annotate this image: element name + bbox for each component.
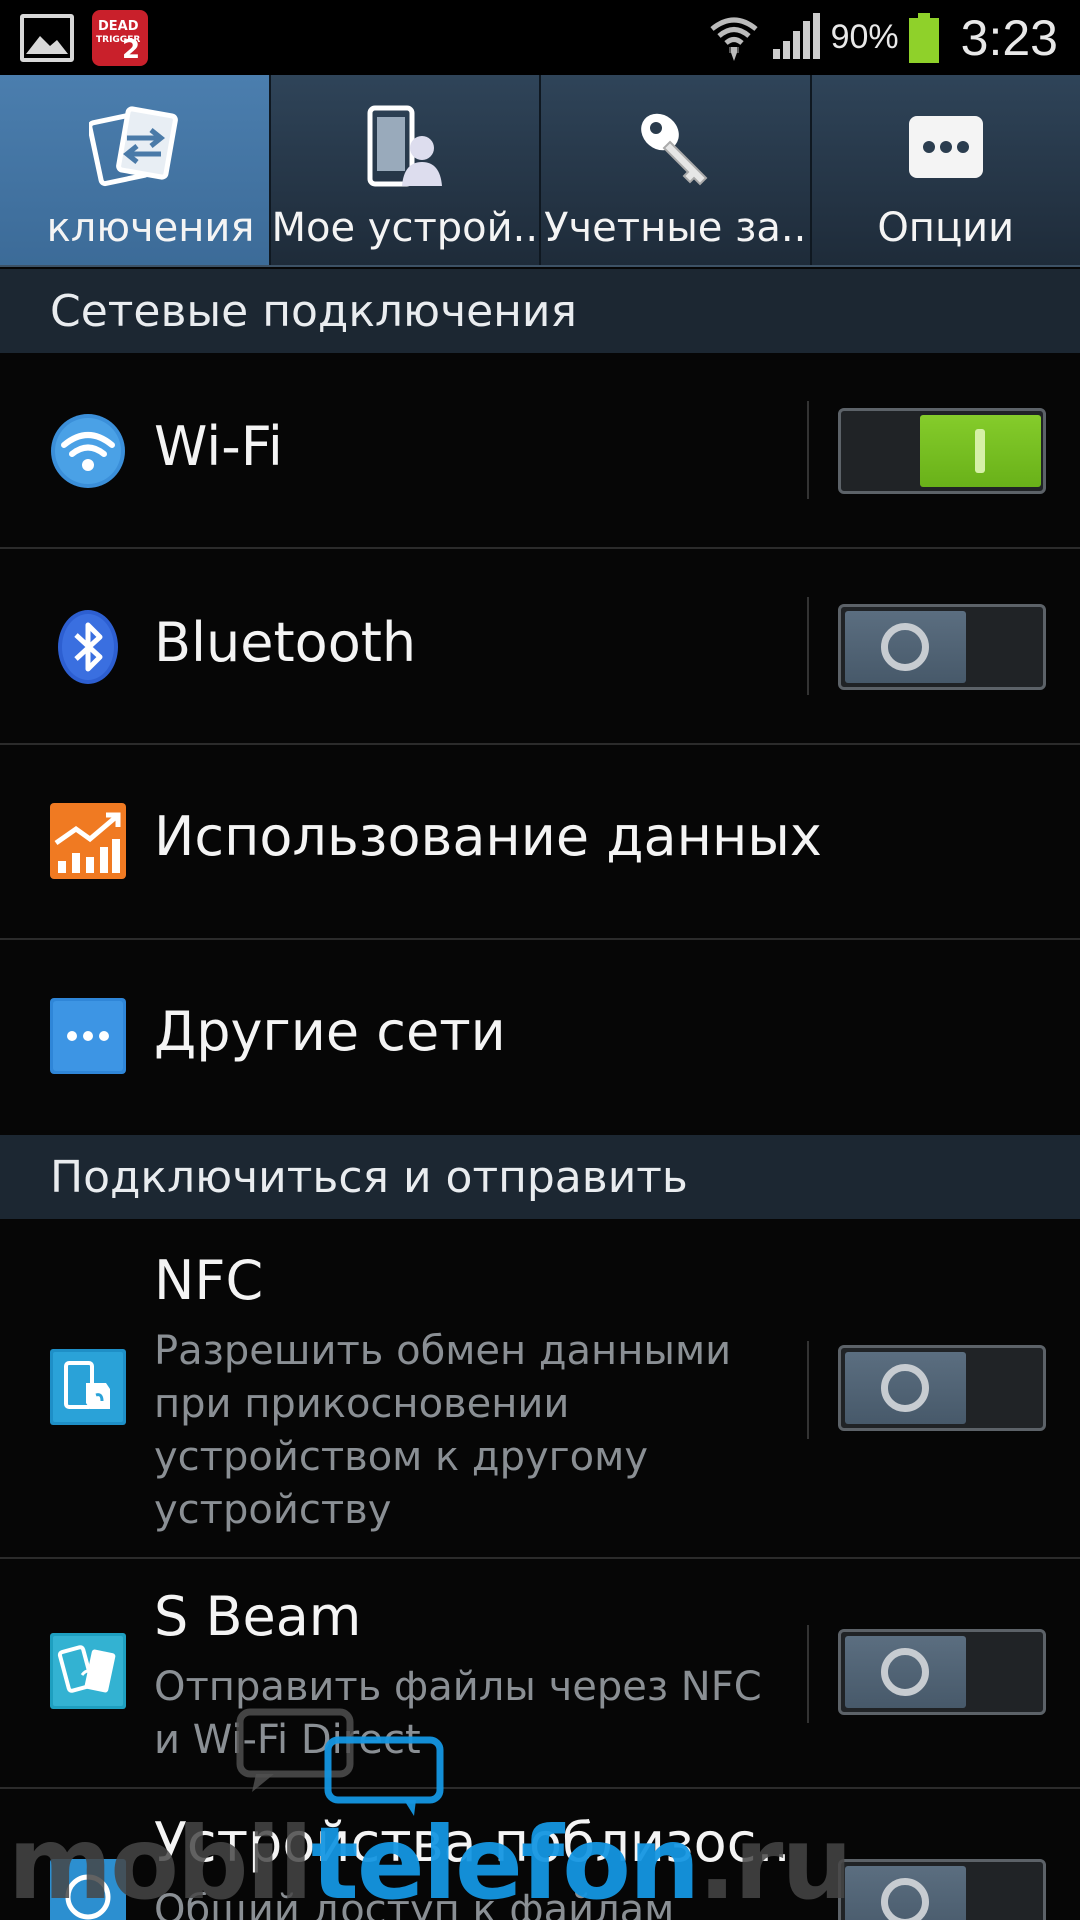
accounts-key-icon (630, 97, 720, 197)
section-connect-share-header: Подключиться и отправить (0, 1135, 1080, 1219)
cell-signal-icon (771, 11, 821, 65)
gallery-icon (20, 13, 74, 62)
nfc-toggle[interactable] (838, 1345, 1046, 1431)
tab-label: Учетные за.. (544, 205, 807, 251)
s-beam-subtitle: Отправить файлы через NFC и Wi-Fi Direct (154, 1664, 762, 1763)
nearby-devices-row[interactable]: Устройства поблизос.. Общий доступ к фай… (0, 1789, 1080, 1920)
bluetooth-icon (50, 609, 126, 685)
toggle-thumb (845, 1866, 966, 1920)
battery-percent: 90% (830, 18, 899, 56)
tab-label: Опции (877, 205, 1015, 251)
svg-text:DEAD: DEAD (98, 19, 139, 34)
wifi-title: Wi-Fi (154, 415, 283, 478)
toggle-thumb (845, 611, 966, 683)
data-usage-row[interactable]: Использование данных (0, 745, 1080, 940)
tab-options[interactable]: Опции (812, 75, 1080, 265)
bluetooth-toggle[interactable] (838, 604, 1046, 690)
wifi-row[interactable]: Wi-Fi (0, 353, 1080, 549)
row-divider (807, 1341, 809, 1439)
bluetooth-row[interactable]: Bluetooth (0, 549, 1080, 745)
nfc-subtitle: Разрешить обмен данными при прикосновени… (154, 1328, 732, 1533)
tab-my-device[interactable]: Мое устрой.. (271, 75, 541, 265)
toggle-thumb (845, 1352, 966, 1424)
toggle-thumb (920, 415, 1041, 487)
s-beam-toggle[interactable] (838, 1629, 1046, 1715)
other-networks-title: Другие сети (154, 1000, 506, 1063)
tab-connections[interactable]: ключения (0, 75, 271, 265)
row-divider (807, 1625, 809, 1723)
tab-label: Мое устрой.. (271, 205, 539, 251)
nearby-devices-icon (50, 1859, 126, 1920)
nfc-row[interactable]: NFC Разрешить обмен данными при прикосно… (0, 1219, 1080, 1559)
connections-icon (89, 97, 179, 197)
row-divider (807, 401, 809, 499)
nfc-title: NFC (154, 1249, 264, 1312)
dead-trigger-2-app-icon: DEAD TRIGGER 2 (92, 9, 148, 66)
my-device-icon (360, 97, 450, 197)
settings-tabs: ключения Мое устрой.. Учетные за.. Опции (0, 75, 1080, 267)
bluetooth-title: Bluetooth (154, 611, 417, 674)
settings-screen: DEAD TRIGGER 2 90% 3:23 ключения Мое уст… (0, 0, 1080, 1920)
clock: 3:23 (960, 9, 1058, 66)
wifi-icon (50, 413, 126, 489)
row-divider (807, 597, 809, 695)
wifi-signal-icon (707, 9, 761, 67)
nearby-devices-subtitle: Общий доступ к файлам (154, 1887, 675, 1920)
data-usage-title: Использование данных (154, 805, 822, 868)
s-beam-icon (50, 1633, 126, 1709)
battery-icon (908, 12, 939, 63)
s-beam-title: S Beam (154, 1585, 362, 1648)
more-options-icon (901, 97, 991, 197)
s-beam-row[interactable]: S Beam Отправить файлы через NFC и Wi-Fi… (0, 1559, 1080, 1789)
wifi-toggle[interactable] (838, 408, 1046, 494)
other-networks-row[interactable]: Другие сети (0, 940, 1080, 1135)
status-bar: DEAD TRIGGER 2 90% 3:23 (0, 0, 1080, 75)
svg-text:2: 2 (122, 35, 140, 65)
more-networks-icon (50, 998, 126, 1074)
nfc-icon (50, 1349, 126, 1425)
data-usage-icon (50, 803, 126, 879)
section-network-header: Сетевые подключения (0, 269, 1080, 353)
tab-accounts[interactable]: Учетные за.. (541, 75, 812, 265)
nearby-devices-title: Устройства поблизос.. (154, 1811, 791, 1874)
tab-label: ключения (46, 205, 255, 251)
toggle-thumb (845, 1636, 966, 1708)
nearby-devices-toggle[interactable] (838, 1859, 1046, 1920)
